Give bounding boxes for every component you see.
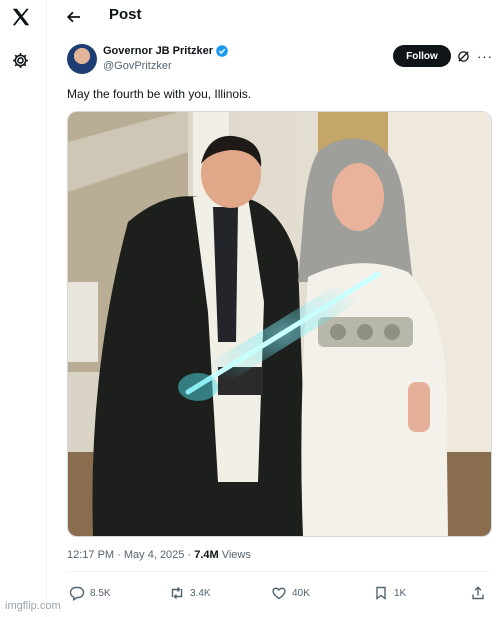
post-meta: 12:17 PM · May 4, 2025 · 7.4M Views xyxy=(67,549,251,561)
repost-icon xyxy=(171,587,183,599)
separator-dot: · xyxy=(114,549,124,561)
top-bar: Post xyxy=(47,0,500,34)
reply-icon xyxy=(69,586,85,601)
back-arrow-icon[interactable] xyxy=(66,9,82,25)
verified-badge-icon xyxy=(216,45,228,57)
left-nav-rail xyxy=(0,0,47,617)
heart-icon xyxy=(272,587,286,600)
bookmark-icon xyxy=(376,586,386,600)
post-date[interactable]: May 4, 2025 xyxy=(124,549,185,561)
action-bar: 8.5K 3.4K 40K 1K xyxy=(67,582,490,604)
divider xyxy=(67,571,490,572)
gear-icon[interactable] xyxy=(11,51,30,70)
post-photo[interactable] xyxy=(67,111,492,537)
like-button[interactable]: 40K xyxy=(271,582,310,604)
photo-illustration xyxy=(68,112,491,536)
follow-button[interactable]: Follow xyxy=(393,45,451,67)
imgflip-watermark: imgflip.com xyxy=(5,600,61,612)
bookmark-button[interactable]: 1K xyxy=(373,582,406,604)
bookmark-count: 1K xyxy=(394,587,407,599)
repost-count: 3.4K xyxy=(190,587,211,599)
avatar[interactable] xyxy=(67,44,97,74)
post-time[interactable]: 12:17 PM xyxy=(67,549,114,561)
more-options-icon[interactable]: ··· xyxy=(477,49,493,64)
reply-count: 8.5K xyxy=(90,587,111,599)
tweet-text: May the fourth be with you, Illinois. xyxy=(67,87,252,101)
grok-icon[interactable] xyxy=(457,50,470,63)
x-logo-icon[interactable] xyxy=(10,6,32,28)
page-title: Post xyxy=(109,6,142,23)
separator-dot: · xyxy=(184,549,195,561)
post-main-column: Post Governor JB Pritzker @GovPritzker F… xyxy=(47,0,500,617)
like-count: 40K xyxy=(292,587,310,599)
share-icon xyxy=(472,586,484,600)
author-handle[interactable]: @GovPritzker xyxy=(103,60,172,72)
repost-button[interactable]: 3.4K xyxy=(169,582,211,604)
share-button[interactable] xyxy=(470,582,486,604)
views-label: Views xyxy=(218,549,251,561)
author-name[interactable]: Governor JB Pritzker xyxy=(103,45,213,57)
reply-button[interactable]: 8.5K xyxy=(69,582,111,604)
views-count: 7.4M xyxy=(194,549,219,561)
